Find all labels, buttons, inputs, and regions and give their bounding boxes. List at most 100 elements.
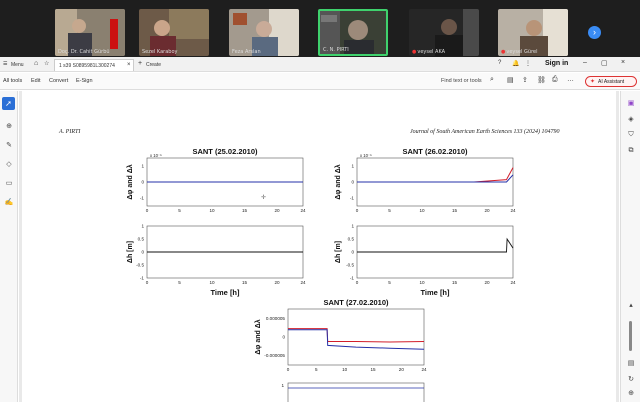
participant-name: Doç. Dr. Cahit Gürbü bbox=[58, 49, 110, 55]
y-tick-label: 1 bbox=[351, 224, 354, 229]
y-tick-label: 0.000005 bbox=[266, 316, 286, 321]
y-tick-label: 0 bbox=[141, 180, 144, 185]
plot-title: SANT (25.02.2010) bbox=[192, 147, 258, 156]
y-axis-label: Δh [m] bbox=[335, 241, 342, 263]
x-tick-label: 15 bbox=[242, 208, 248, 213]
document-tab[interactable]: 1 s39 S0895981L300274 × bbox=[54, 59, 134, 71]
y-tick-label: 0 bbox=[351, 250, 354, 255]
eraser-icon[interactable]: ◇ bbox=[3, 160, 15, 168]
help-icon[interactable]: ? bbox=[498, 60, 501, 66]
menu-convert[interactable]: Convert bbox=[49, 78, 68, 84]
x-tick-label: 0 bbox=[287, 367, 290, 372]
y-tick-label: 0 bbox=[141, 250, 144, 255]
y-tick-label: 1 bbox=[141, 224, 144, 229]
signature-icon[interactable]: ✍ bbox=[3, 198, 15, 206]
participant-name-text: veysel Gürel bbox=[506, 49, 538, 55]
next-participants-button[interactable]: › bbox=[588, 26, 601, 39]
x-tick-label: 20 bbox=[399, 367, 405, 372]
y-tick-label: 1 bbox=[351, 164, 354, 169]
left-tool-rail: ➚ ⊕ ✎ ◇ ▭ ✍ bbox=[0, 91, 18, 402]
scroll-up-icon[interactable]: ▴ bbox=[625, 301, 637, 309]
maximize-icon[interactable]: ▢ bbox=[601, 59, 608, 67]
layers-icon[interactable]: ◈ bbox=[625, 115, 637, 123]
y-tick-label: 1 bbox=[281, 383, 284, 388]
search-icon[interactable]: ⌕ bbox=[490, 76, 494, 84]
select-cursor-icon[interactable]: ➚ bbox=[2, 97, 15, 110]
comment-icon[interactable]: ▭ bbox=[3, 179, 15, 187]
menu-all-tools[interactable]: All tools bbox=[3, 78, 22, 84]
new-tab-icon[interactable]: + bbox=[138, 60, 142, 67]
mic-muted-icon: ● bbox=[501, 49, 506, 55]
participant-tile[interactable]: ●veysel AKA bbox=[409, 9, 479, 56]
y-axis-label: Δφ and Δλ bbox=[126, 164, 134, 199]
menu-esign[interactable]: E-Sign bbox=[76, 78, 93, 84]
save-icon[interactable]: ▤ bbox=[507, 76, 514, 84]
bookmark-icon[interactable]: ⛉ bbox=[625, 131, 637, 139]
close-tab-icon[interactable]: × bbox=[127, 62, 131, 68]
pdf-page: A. PIRTI Journal of South American Earth… bbox=[22, 91, 616, 402]
y-axis-label: Δφ and Δλ bbox=[254, 319, 262, 354]
menu-edit[interactable]: Edit bbox=[31, 78, 40, 84]
create-label[interactable]: Create bbox=[146, 62, 161, 68]
y-tick-label: 1 bbox=[141, 164, 144, 169]
hamburger-menu-icon[interactable]: ☰ bbox=[3, 61, 7, 67]
participant-name: Sezel Karaboy bbox=[142, 49, 178, 55]
participant-tile[interactable]: Doç. Dr. Cahit Gürbü bbox=[55, 9, 125, 56]
pages-icon[interactable]: ⧉ bbox=[625, 147, 637, 155]
x-tick-label: 24 bbox=[510, 280, 516, 285]
participant-tile[interactable]: Sezel Karaboy bbox=[139, 9, 209, 56]
plot-frame bbox=[287, 382, 425, 402]
print-icon[interactable]: ⎙ bbox=[552, 76, 558, 84]
page-count-icon[interactable]: ▤ bbox=[625, 359, 637, 367]
ai-chat-icon[interactable]: ▣ bbox=[625, 99, 637, 107]
upload-icon[interactable]: ⇪ bbox=[522, 76, 528, 84]
star-icon[interactable]: ☆ bbox=[44, 60, 49, 67]
y-tick-label: -1 bbox=[140, 196, 145, 201]
x-tick-label: 15 bbox=[452, 280, 458, 285]
y-tick-label: -0.5 bbox=[346, 263, 354, 268]
zoom-icon[interactable]: ⊕ bbox=[3, 122, 15, 130]
y-axis-label: Δφ and Δλ bbox=[334, 164, 342, 199]
sign-in-button[interactable]: Sign in bbox=[545, 60, 568, 67]
x-tick-label: 24 bbox=[300, 208, 306, 213]
plot-title: SANT (27.02.2010) bbox=[323, 298, 389, 307]
home-icon[interactable]: ⌂ bbox=[34, 60, 38, 67]
plot-frame bbox=[287, 308, 425, 366]
zoom-in-icon[interactable]: ⊕ bbox=[625, 389, 637, 397]
y-tick-label: 0 bbox=[282, 335, 285, 340]
mic-muted-icon: ● bbox=[412, 49, 417, 55]
minimize-icon[interactable]: – bbox=[583, 59, 587, 66]
x-tick-label: 0 bbox=[356, 208, 359, 213]
video-strip: Doç. Dr. Cahit Gürbü Sezel Karaboy Feza … bbox=[0, 0, 640, 57]
x-tick-label: 10 bbox=[419, 208, 425, 213]
x-tick-label: 10 bbox=[419, 280, 425, 285]
close-window-icon[interactable]: × bbox=[621, 59, 625, 66]
x-tick-label: 5 bbox=[388, 280, 391, 285]
notifications-icon[interactable]: 🔔 bbox=[512, 60, 519, 67]
participant-name: C. N. PIRTI bbox=[323, 47, 349, 53]
more-icon[interactable]: … bbox=[567, 76, 574, 83]
find-text-field[interactable]: Find text or tools bbox=[441, 78, 482, 84]
ai-sparkle-icon: ✦ bbox=[590, 79, 596, 85]
refresh-icon[interactable]: ↻ bbox=[625, 375, 637, 383]
chevron-right-icon: › bbox=[593, 27, 596, 37]
document-area[interactable]: A. PIRTI Journal of South American Earth… bbox=[19, 91, 619, 402]
exponent-label: x 10⁻⁵ bbox=[360, 153, 372, 158]
x-axis-label: Time [h] bbox=[210, 288, 240, 297]
y-tick-label: -1 bbox=[350, 276, 355, 281]
link-icon[interactable]: ⛓ bbox=[537, 76, 546, 84]
y-tick-label: -0.5 bbox=[136, 263, 144, 268]
apps-grid-icon[interactable]: ⋮ bbox=[525, 60, 531, 67]
participant-tile-active[interactable]: C. N. PIRTI bbox=[318, 9, 388, 56]
ai-assistant-button[interactable]: ✦ AI Assistant bbox=[585, 76, 637, 87]
participant-tile[interactable]: ●veysel Gürel bbox=[498, 9, 568, 56]
ai-assistant-label: AI Assistant bbox=[598, 79, 625, 85]
plot-title: SANT (26.02.2010) bbox=[402, 147, 468, 156]
y-tick-label: -0.000005 bbox=[264, 353, 285, 358]
x-tick-label: 24 bbox=[300, 280, 306, 285]
scrollbar-thumb[interactable] bbox=[629, 321, 632, 351]
participant-tile[interactable]: Feza Arslan bbox=[229, 9, 299, 56]
menu-label[interactable]: Menu bbox=[11, 62, 24, 68]
pen-icon[interactable]: ✎ bbox=[3, 141, 15, 149]
x-tick-label: 5 bbox=[388, 208, 391, 213]
